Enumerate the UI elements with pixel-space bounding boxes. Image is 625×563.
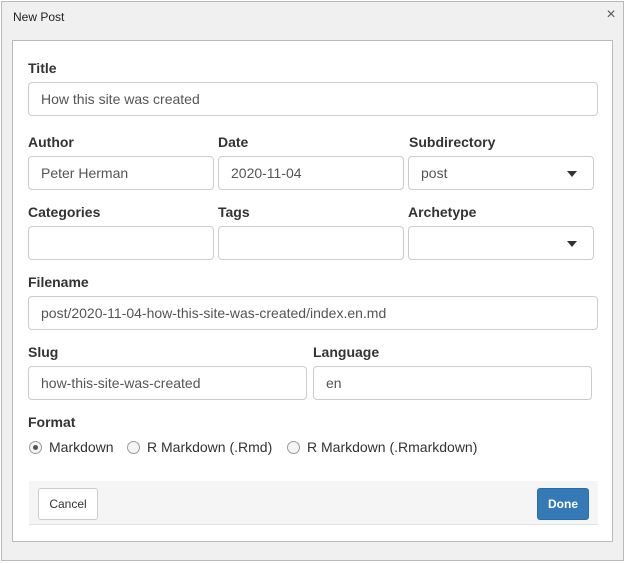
format-label: Format — [28, 414, 76, 430]
format-option-label: R Markdown (.Rmd) — [147, 439, 273, 455]
dialog-title: New Post — [13, 10, 65, 24]
filename-input[interactable]: post/2020-11-04-how-this-site-was-create… — [28, 296, 598, 330]
close-icon[interactable]: × — [603, 6, 619, 24]
radio-checked-icon — [29, 441, 42, 454]
new-post-dialog: New Post × Title How this site was creat… — [1, 1, 624, 561]
dialog-titlebar: New Post × — [2, 2, 623, 30]
subdirectory-value: post — [421, 165, 448, 181]
slug-label: Slug — [28, 344, 59, 360]
tags-label: Tags — [218, 204, 250, 220]
dialog-footer: Cancel Done — [29, 481, 598, 525]
subdirectory-label: Subdirectory — [409, 134, 496, 150]
radio-unchecked-icon — [127, 441, 140, 454]
tags-input[interactable] — [218, 226, 404, 260]
date-input[interactable]: 2020-11-04 — [218, 156, 404, 190]
cancel-button[interactable]: Cancel — [38, 488, 98, 520]
filename-label: Filename — [28, 274, 89, 290]
subdirectory-select[interactable]: post — [408, 156, 594, 190]
author-label: Author — [28, 134, 74, 150]
date-label: Date — [218, 134, 249, 150]
format-option-label: R Markdown (.Rmarkdown) — [307, 439, 478, 455]
categories-input[interactable] — [28, 226, 214, 260]
title-input[interactable]: How this site was created — [28, 82, 598, 116]
radio-unchecked-icon — [287, 441, 300, 454]
format-option-label: Markdown — [49, 439, 114, 455]
chevron-down-icon — [567, 241, 577, 247]
chevron-down-icon — [567, 171, 577, 177]
archetype-select[interactable] — [408, 226, 594, 260]
form-panel: Title How this site was created Author P… — [12, 40, 613, 542]
language-input[interactable]: en — [313, 366, 592, 400]
author-input[interactable]: Peter Herman — [28, 156, 214, 190]
categories-label: Categories — [28, 204, 101, 220]
archetype-label: Archetype — [408, 204, 477, 220]
language-label: Language — [313, 344, 380, 360]
title-label: Title — [28, 60, 57, 76]
slug-input[interactable]: how-this-site-was-created — [28, 366, 307, 400]
done-button[interactable]: Done — [537, 488, 589, 520]
